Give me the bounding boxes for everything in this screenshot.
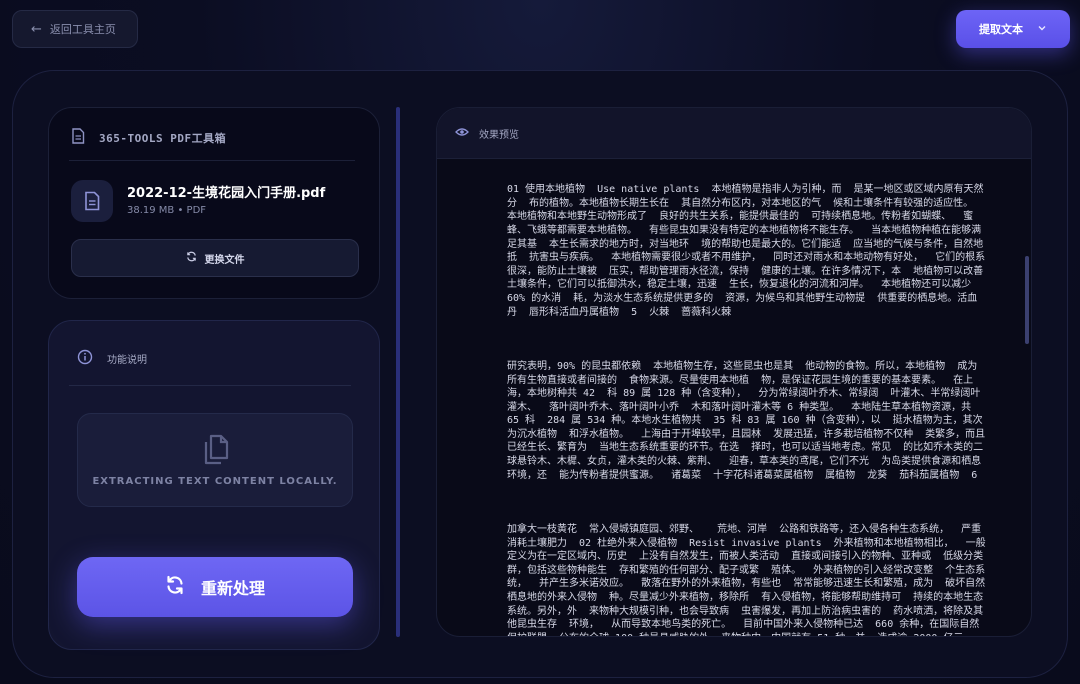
extract-button-label: 提取文本 xyxy=(979,23,1023,36)
arrow-left-icon: ← xyxy=(31,21,42,37)
text-paragraph: 研究表明，90% 的昆虫都依赖 本地植物生存，这些昆虫也是其 他动物的食物。所以… xyxy=(507,360,986,481)
info-icon xyxy=(77,349,93,368)
scrollbar-thumb[interactable] xyxy=(1025,256,1029,344)
file-icon xyxy=(71,180,113,222)
back-button-label: 返回工具主页 xyxy=(49,23,116,36)
text-paragraph: 加拿大一枝黄花 常入侵城镇庭园、郊野、 荒地、河岸 公路和铁路等，还入侵各种生态… xyxy=(507,524,986,636)
info-header: 功能说明 xyxy=(77,349,147,368)
info-title: 功能说明 xyxy=(107,355,147,366)
info-card: 功能说明 EXTRACTING TEXT CONTENT LOCALLY. 重新… xyxy=(48,320,380,650)
extract-text-button[interactable]: 提取文本 xyxy=(956,10,1070,48)
copy-icon xyxy=(200,432,232,470)
preview-panel: 效果预览 01 使用本地植物 Use native plants 本地植物是指非… xyxy=(436,107,1032,637)
extraction-status-box: EXTRACTING TEXT CONTENT LOCALLY. xyxy=(77,413,353,507)
eye-icon xyxy=(455,127,469,140)
extracted-text[interactable]: 01 使用本地植物 Use native plants 本地植物是指非人为引种，… xyxy=(507,156,987,636)
brand-label: 365-TOOLS PDF工具箱 xyxy=(99,131,227,145)
back-to-tools-button[interactable]: ← 返回工具主页 xyxy=(12,10,138,48)
refresh-icon xyxy=(165,575,185,599)
panel-resize-handle[interactable] xyxy=(396,107,400,637)
reprocess-button[interactable]: 重新处理 xyxy=(77,557,353,617)
refresh-icon xyxy=(186,251,197,265)
change-file-label: 更换文件 xyxy=(204,254,245,266)
file-name: 2022-12-生境花园入门手册.pdf xyxy=(127,186,326,201)
preview-header: 效果预览 xyxy=(437,108,1031,159)
divider xyxy=(69,385,351,386)
file-meta: 38.19 MB • PDF xyxy=(127,205,207,216)
file-card: 365-TOOLS PDF工具箱 2022-12-生境花园入门手册.pdf 38… xyxy=(48,107,380,299)
chevron-down-icon xyxy=(1037,23,1047,36)
brand-row: 365-TOOLS PDF工具箱 xyxy=(71,128,226,147)
text-paragraph: 01 使用本地植物 Use native plants 本地植物是指非人为引种，… xyxy=(507,184,986,318)
document-icon xyxy=(71,128,85,147)
preview-title: 效果预览 xyxy=(479,129,519,141)
scrollbar[interactable] xyxy=(1025,172,1029,612)
reprocess-label: 重新处理 xyxy=(200,579,265,598)
divider xyxy=(69,160,355,161)
status-message: EXTRACTING TEXT CONTENT LOCALLY. xyxy=(92,476,338,487)
change-file-button[interactable]: 更换文件 xyxy=(71,239,359,277)
